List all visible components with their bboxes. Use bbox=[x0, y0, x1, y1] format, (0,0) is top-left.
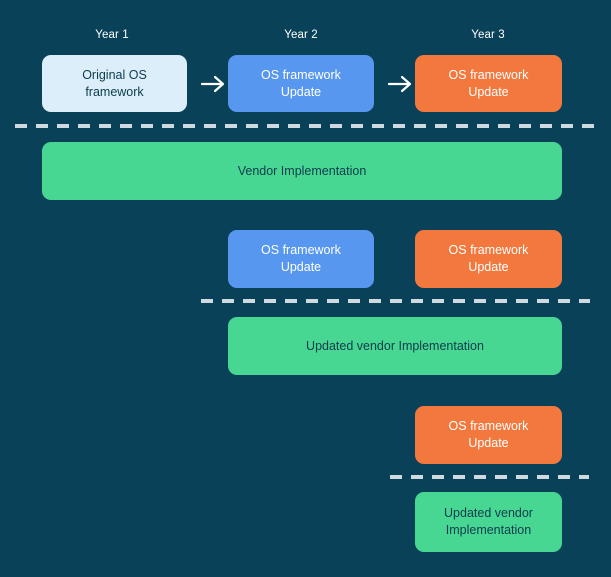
framework-box-row1-update-orange[interactable]: OS framework Update bbox=[415, 55, 562, 112]
text-line-1: OS framework bbox=[448, 67, 529, 82]
framework-box-row1-original[interactable]: Original OS framework bbox=[42, 55, 187, 112]
vendor-implementation-box-row3-text: Updated vendor Implementation bbox=[444, 505, 533, 539]
text-line-1: OS framework bbox=[261, 243, 341, 258]
text-line-1: Updated vendor bbox=[444, 506, 533, 521]
vendor-implementation-box-row1[interactable]: Vendor Implementation bbox=[42, 142, 562, 200]
framework-box-row1-update-blue-text: OS framework Update bbox=[261, 67, 341, 101]
text-line-2: Update bbox=[280, 84, 322, 99]
vendor-implementation-box-row2[interactable]: Updated vendor Implementation bbox=[228, 317, 562, 375]
divider-row1 bbox=[15, 124, 596, 128]
diagram-canvas: Year 1 Year 2 Year 3 Original OS framewo… bbox=[0, 0, 611, 577]
vendor-implementation-box-row2-text: Updated vendor Implementation bbox=[306, 338, 484, 353]
framework-box-row1-update-blue[interactable]: OS framework Update bbox=[228, 55, 374, 112]
text-line-1: OS framework bbox=[261, 67, 341, 82]
year-label-3: Year 3 bbox=[471, 29, 505, 41]
arrow-year2-to-year3-icon bbox=[387, 73, 415, 95]
arrow-year1-to-year2-icon bbox=[200, 73, 228, 95]
framework-box-row2-update-orange[interactable]: OS framework Update bbox=[415, 230, 562, 288]
year-label-1: Year 1 bbox=[95, 29, 129, 41]
framework-box-row3-update-orange[interactable]: OS framework Update bbox=[415, 406, 562, 464]
framework-box-row3-update-orange-text: OS framework Update bbox=[449, 418, 529, 452]
framework-box-row1-update-orange-text: OS framework Update bbox=[449, 67, 529, 101]
text-line-1: OS framework bbox=[448, 243, 529, 258]
year-label-2: Year 2 bbox=[284, 29, 318, 41]
framework-box-row2-update-blue-text: OS framework Update bbox=[261, 242, 341, 276]
text-line-2: framework bbox=[85, 84, 144, 99]
text-line-1: Original OS bbox=[82, 67, 147, 82]
text-line-2: Update bbox=[468, 436, 509, 450]
text-line-2: Update bbox=[280, 260, 322, 274]
divider-row2 bbox=[201, 299, 590, 303]
divider-row3 bbox=[390, 475, 589, 479]
text-line-2: Update bbox=[468, 260, 509, 274]
text-line-2: Update bbox=[468, 84, 509, 99]
framework-box-row1-original-text: Original OS framework bbox=[82, 67, 147, 101]
vendor-implementation-box-row3[interactable]: Updated vendor Implementation bbox=[415, 492, 562, 552]
vendor-implementation-box-row1-text: Vendor Implementation bbox=[237, 163, 367, 178]
text-line-1: OS framework bbox=[448, 419, 529, 434]
text-line-2: Implementation bbox=[445, 523, 532, 537]
framework-box-row2-update-blue[interactable]: OS framework Update bbox=[228, 230, 374, 288]
framework-box-row2-update-orange-text: OS framework Update bbox=[449, 242, 529, 276]
